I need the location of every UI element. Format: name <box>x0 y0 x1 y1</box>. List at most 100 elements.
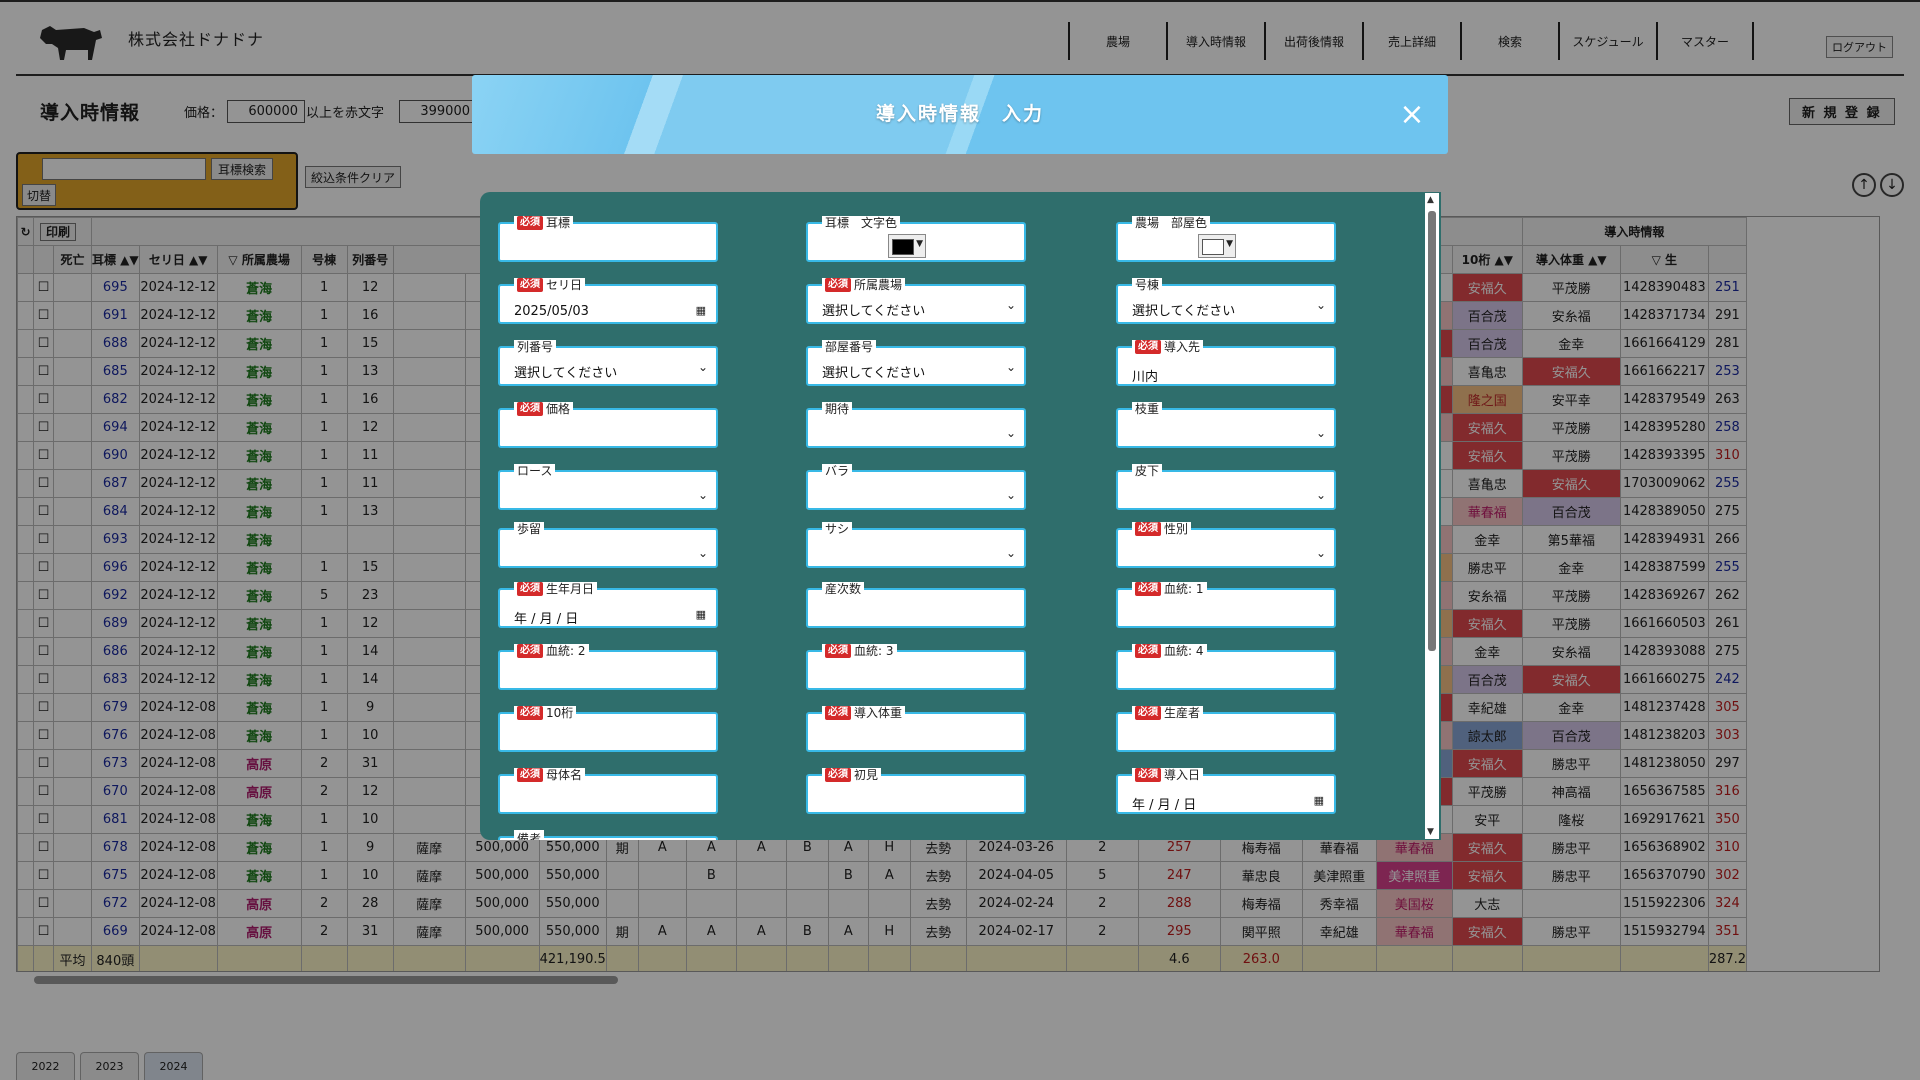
required-badge: 必須 <box>825 278 851 292</box>
chevron-down-icon: ⌄ <box>697 546 708 560</box>
calendar-icon[interactable]: ▦ <box>696 304 706 317</box>
required-badge: 必須 <box>517 706 543 720</box>
modal-scrollbar[interactable]: ▲ ▼ <box>1425 193 1439 839</box>
blood1-field[interactable]: 必須 血統: 1 <box>1116 582 1336 628</box>
seri-date-field[interactable]: 必須 セリ日 2025/05/03 ▦ <box>498 278 718 324</box>
destination-value: 川内 <box>1132 370 1159 385</box>
marbling-select[interactable]: サシ ⌄ <box>806 522 1026 568</box>
required-badge: 必須 <box>517 216 543 230</box>
required-badge: 必須 <box>825 706 851 720</box>
calendar-icon[interactable]: ▦ <box>1314 794 1324 807</box>
seri-date-value: 2025/05/03 <box>514 304 589 319</box>
ear-field[interactable]: 必須 耳標 <box>498 216 718 262</box>
required-badge: 必須 <box>1135 644 1161 658</box>
row-select[interactable]: 列番号 選択してください ⌄ <box>498 340 718 386</box>
rib-label: バラ <box>825 464 850 478</box>
blood2-field[interactable]: 必須 血統: 2 <box>498 644 718 690</box>
destination-field[interactable]: 必須 導入先 川内 <box>1116 340 1336 386</box>
ten-digit-label: 10桁 <box>546 706 574 720</box>
farm-select[interactable]: 必須 所属農場 選択してください ⌄ <box>806 278 1026 324</box>
expect-label: 期待 <box>825 402 850 416</box>
chevron-down-icon: ⌄ <box>1315 488 1326 502</box>
parity-field[interactable]: 産次数 <box>806 582 1026 628</box>
rib-select[interactable]: バラ ⌄ <box>806 464 1026 510</box>
row-value: 選択してください <box>514 366 618 381</box>
blood2-label: 血統: 2 <box>546 644 586 658</box>
scrollbar-thumb[interactable] <box>1428 211 1436 651</box>
skin-label: 皮下 <box>1135 464 1160 478</box>
branch-weight-label: 枝重 <box>1135 402 1160 416</box>
yield-label: 歩留 <box>517 522 542 536</box>
chevron-down-icon: ▼ <box>1226 239 1233 249</box>
building-value: 選択してください <box>1132 304 1236 319</box>
scroll-down-arrow-icon[interactable]: ▼ <box>1427 827 1434 837</box>
chevron-down-icon: ⌄ <box>697 360 708 374</box>
yield-select[interactable]: 歩留 ⌄ <box>498 522 718 568</box>
required-badge: 必須 <box>517 402 543 416</box>
row-label: 列番号 <box>517 340 554 354</box>
modal-title: 導入時情報 入力 <box>875 103 1044 125</box>
mother-name-field[interactable]: 必須 母体名 <box>498 768 718 814</box>
room-value: 選択してください <box>822 366 926 381</box>
scroll-up-arrow-icon[interactable]: ▲ <box>1427 195 1434 205</box>
sex-label: 性別 <box>1164 522 1189 536</box>
room-select[interactable]: 部屋番号 選択してください ⌄ <box>806 340 1026 386</box>
intro-weight-field[interactable]: 必須 導入体重 <box>806 706 1026 752</box>
chevron-down-icon: ⌄ <box>1315 298 1326 312</box>
price-field-label: 価格 <box>546 402 571 416</box>
room-label: 部屋番号 <box>825 340 874 354</box>
producer-field[interactable]: 必須 生産者 <box>1116 706 1336 752</box>
seri-date-label: セリ日 <box>546 278 583 292</box>
required-badge: 必須 <box>1135 522 1161 536</box>
first-seen-field[interactable]: 必須 初見 <box>806 768 1026 814</box>
building-label: 号棟 <box>1135 278 1160 292</box>
birth-label: 生年月日 <box>546 582 595 596</box>
birth-date-field[interactable]: 必須 生年月日 年 / 月 / 日 ▦ <box>498 582 718 628</box>
building-select[interactable]: 号棟 選択してください ⌄ <box>1116 278 1336 324</box>
chevron-down-icon: ⌄ <box>1315 546 1326 560</box>
destination-label: 導入先 <box>1164 340 1201 354</box>
chevron-down-icon: ⌄ <box>1005 488 1016 502</box>
parity-label: 産次数 <box>825 582 862 596</box>
ear-color-picker[interactable]: ▼ <box>888 234 926 258</box>
required-badge: 必須 <box>1135 582 1161 596</box>
required-badge: 必須 <box>517 768 543 782</box>
first-seen-label: 初見 <box>854 768 879 782</box>
note-label: 備考 <box>514 830 545 840</box>
expect-select[interactable]: 期待 ⌄ <box>806 402 1026 448</box>
required-badge: 必須 <box>825 644 851 658</box>
blood4-label: 血統: 4 <box>1164 644 1204 658</box>
intro-date-field[interactable]: 必須 導入日 年 / 月 / 日 ▦ <box>1116 768 1336 814</box>
price-field[interactable]: 必須 価格 <box>498 402 718 448</box>
chevron-down-icon: ⌄ <box>1005 360 1016 374</box>
blood3-label: 血統: 3 <box>854 644 894 658</box>
chevron-down-icon: ▼ <box>916 239 923 249</box>
blood3-field[interactable]: 必須 血統: 3 <box>806 644 1026 690</box>
branch-weight-select[interactable]: 枝重 ⌄ <box>1116 402 1336 448</box>
calendar-icon[interactable]: ▦ <box>696 608 706 621</box>
intro-date-value: 年 / 月 / 日 <box>1132 798 1197 813</box>
chevron-down-icon: ⌄ <box>1315 426 1326 440</box>
mother-label: 母体名 <box>546 768 583 782</box>
ten-digit-field[interactable]: 必須 10桁 <box>498 706 718 752</box>
chevron-down-icon: ⌄ <box>697 488 708 502</box>
note-field[interactable]: 備考 <box>498 830 718 840</box>
skin-select[interactable]: 皮下 ⌄ <box>1116 464 1336 510</box>
intro-date-label: 導入日 <box>1164 768 1201 782</box>
required-badge: 必須 <box>517 582 543 596</box>
farm-value: 選択してください <box>822 304 926 319</box>
birth-value: 年 / 月 / 日 <box>514 612 579 627</box>
room-color-label: 農場 部屋色 <box>1135 216 1208 230</box>
required-badge: 必須 <box>517 644 543 658</box>
loin-select[interactable]: ロース ⌄ <box>498 464 718 510</box>
blood4-field[interactable]: 必須 血統: 4 <box>1116 644 1336 690</box>
required-badge: 必須 <box>517 278 543 292</box>
sex-select[interactable]: 必須 性別 ⌄ <box>1116 522 1336 568</box>
close-icon[interactable]: × <box>1392 95 1432 135</box>
app: 株式会社ドナドナ 農場 導入時情報 出荷後情報 売上詳細 検索 スケジュール マ… <box>0 0 1920 1080</box>
required-badge: 必須 <box>825 768 851 782</box>
marbling-label: サシ <box>825 522 850 536</box>
ear-color-label: 耳標 文字色 <box>825 216 898 230</box>
room-color-picker[interactable]: ▼ <box>1198 234 1236 258</box>
producer-label: 生産者 <box>1164 706 1201 720</box>
